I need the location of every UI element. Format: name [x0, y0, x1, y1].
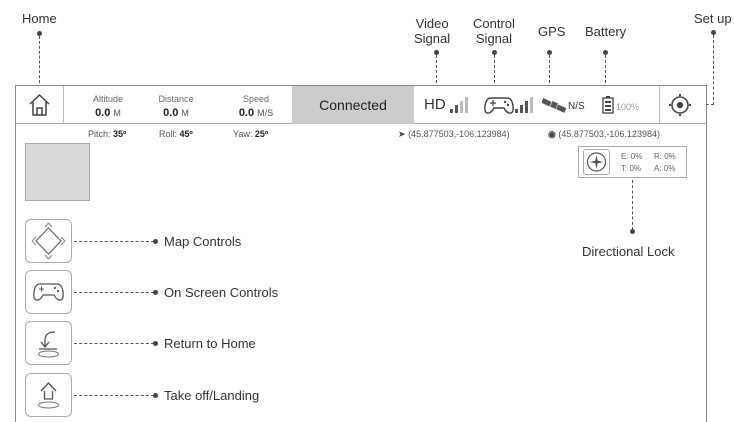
annotation-line: [39, 36, 40, 88]
lock-stat-t: T: 0%: [621, 164, 642, 173]
gamepad-icon: ◉: [548, 129, 556, 139]
setup-button[interactable]: [660, 86, 706, 124]
takeoff-landing-button[interactable]: [25, 373, 72, 417]
takeoff-icon: [38, 382, 59, 409]
return-home-icon: [38, 331, 59, 358]
annotation-setup: Set up: [694, 11, 732, 26]
altitude-readout: Altitude 0.0 M: [78, 86, 138, 124]
annotation-line: [605, 55, 606, 88]
annotation-line: [74, 241, 154, 242]
home-button[interactable]: [16, 86, 63, 124]
annotation-home: Home: [22, 11, 57, 26]
video-signal-indicator: HD: [416, 86, 478, 124]
annotation-dot: [153, 393, 158, 398]
annotation-line: [632, 180, 633, 230]
distance-value: 0.0 M: [163, 107, 189, 119]
camera-thumbnail[interactable]: [25, 143, 90, 201]
control-signal-indicator: [478, 86, 538, 124]
annotation-line: [436, 55, 437, 88]
drone-coordinates: ➤ (45.877503,-106.123984): [398, 129, 510, 139]
speed-value: 0.0 M/S: [238, 107, 274, 119]
altitude-label: Altitude: [92, 94, 124, 104]
signal-bars-icon: [450, 97, 468, 113]
annotation-line: [494, 55, 495, 88]
battery-indicator: 100%: [598, 86, 662, 124]
home-icon: [29, 93, 50, 116]
annotation-line: [74, 292, 154, 293]
controller-coordinates: ◉ (45.877503,-106.123984): [548, 129, 660, 139]
on-screen-controls-label: On Screen Controls: [164, 285, 279, 300]
annotation-dot: [630, 229, 635, 234]
battery-percent: 100%: [616, 102, 640, 112]
compass-icon: [586, 152, 607, 172]
roll-readout: Roll: 45º: [159, 129, 193, 139]
video-hd-label: HD: [424, 96, 446, 113]
return-to-home-button[interactable]: [25, 321, 72, 365]
return-to-home-label: Return to Home: [164, 336, 256, 351]
map-controls-button[interactable]: [25, 219, 72, 263]
annotation-dot: [153, 239, 158, 244]
gps-indicator: N/S: [538, 86, 598, 124]
annotation-line: [74, 395, 154, 396]
yaw-readout: Yaw: 25º: [233, 129, 269, 139]
satellite-icon: [542, 98, 567, 113]
speed-label: Speed: [242, 94, 270, 104]
map-controls-icon: [31, 222, 66, 260]
annotation-line: [549, 55, 550, 88]
lock-stat-a: A: 0%: [654, 164, 676, 173]
connection-status: Connected: [292, 86, 414, 124]
annotation-directional-lock: Directional Lock: [582, 244, 675, 259]
navigation-arrow-icon: ➤: [398, 129, 406, 139]
battery-icon: [602, 96, 614, 114]
divider: [63, 86, 64, 124]
annotation-battery: Battery: [585, 24, 627, 39]
annotation-gps: GPS: [538, 24, 566, 39]
signal-bars-icon: [515, 97, 533, 113]
annotation-line: [74, 343, 154, 344]
gps-status: N/S: [568, 101, 585, 112]
takeoff-landing-label: Take off/Landing: [164, 388, 260, 403]
annotation-dot: [153, 290, 158, 295]
altitude-value: 0.0 M: [95, 107, 121, 119]
gear-icon: [669, 94, 691, 116]
annotation-dot: [153, 341, 158, 346]
distance-label: Distance: [158, 94, 194, 104]
annotation-control-signal: Control Signal: [473, 16, 515, 46]
annotation-line: [713, 35, 714, 105]
speed-readout: Speed 0.0 M/S: [221, 86, 291, 124]
lock-stat-r: R: 0%: [654, 152, 676, 161]
annotation-video-signal: Video Signal: [414, 16, 451, 46]
on-screen-controls-button[interactable]: [25, 270, 72, 314]
pitch-readout: Pitch: 35º: [88, 129, 127, 139]
gamepad-icon: [484, 97, 514, 114]
distance-readout: Distance 0.0 M: [146, 86, 206, 124]
top-status-bar: Altitude 0.0 M Distance 0.0 M Speed 0.0 …: [16, 86, 706, 124]
map-controls-label: Map Controls: [164, 234, 242, 249]
directional-lock-panel[interactable]: E: 0% R: 0% T: 0% A: 0%: [578, 146, 687, 178]
lock-stat-e: E: 0%: [621, 152, 643, 161]
gamepad-icon: [33, 283, 64, 301]
compass-button[interactable]: [583, 149, 610, 175]
